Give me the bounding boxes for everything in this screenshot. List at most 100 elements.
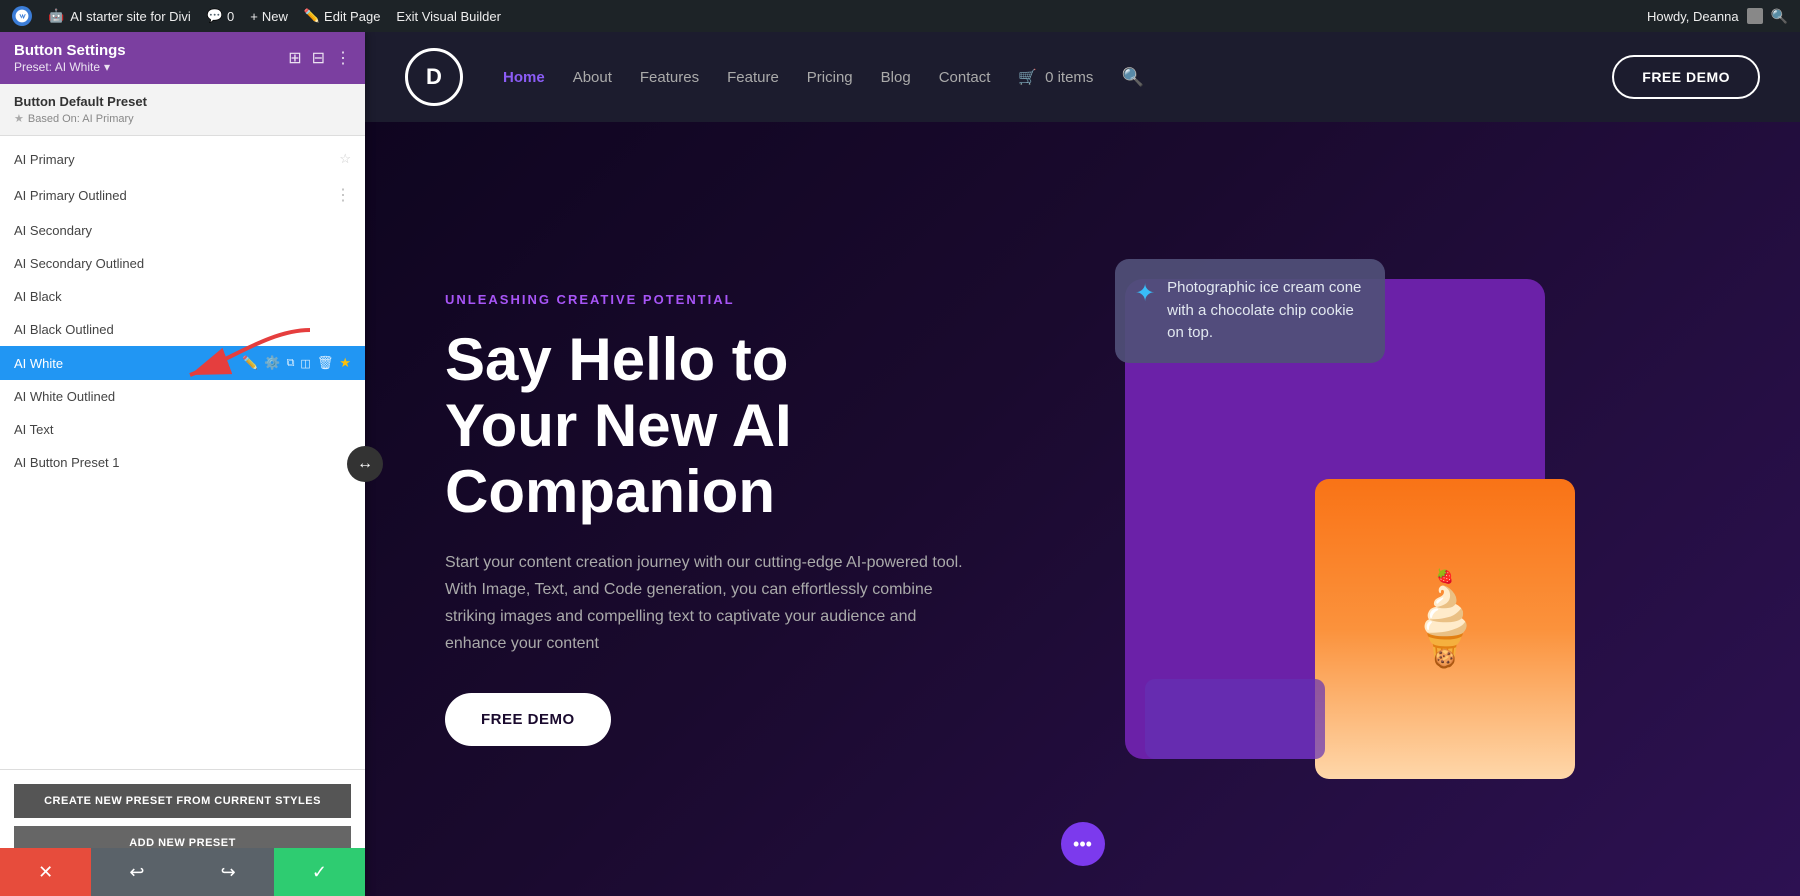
nav-link-contact[interactable]: Contact [939, 69, 991, 86]
preset-name: AI Secondary Outlined [14, 256, 351, 271]
panel-responsive-icon[interactable]: ⊞ [288, 48, 301, 68]
hero-content-left: UNLEASHING CREATIVE POTENTIAL Say Hello … [445, 182, 1045, 856]
preset-item-ai-secondary-outlined[interactable]: AI Secondary Outlined [0, 247, 365, 280]
nav-cart[interactable]: 🛒 0 items [1018, 68, 1093, 86]
panel-header: Button Settings Preset: AI White ▾ ⊞ ⊟ ⋮ [0, 32, 365, 84]
preset-name: AI Black [14, 289, 351, 304]
exit-builder-button[interactable]: Exit Visual Builder [396, 9, 501, 24]
copy-preset-icon[interactable]: ◫ [300, 357, 310, 370]
hero-eyebrow: UNLEASHING CREATIVE POTENTIAL [445, 292, 1045, 307]
hero-cta-button[interactable]: FREE DEMO [445, 693, 611, 746]
chat-bubble-text: Photographic ice cream cone with a choco… [1167, 277, 1365, 345]
preset-name: AI Black Outlined [14, 322, 351, 337]
site-logo[interactable]: D [405, 48, 463, 106]
preset-item-ai-primary[interactable]: AI Primary ☆ [0, 142, 365, 176]
new-content-button[interactable]: + New [250, 9, 288, 24]
preset-name: AI Primary Outlined [14, 188, 335, 203]
preset-item-ai-primary-outlined[interactable]: AI Primary Outlined ⋮ [0, 176, 365, 214]
website-preview: D Home About Features Feature Pricing Bl… [365, 32, 1800, 896]
nav-link-feature[interactable]: Feature [727, 69, 779, 86]
default-preset-section: Button Default Preset ★ Based On: AI Pri… [0, 84, 365, 136]
preset-item-ai-black[interactable]: AI Black [0, 280, 365, 313]
floating-menu-button[interactable]: ••• [1061, 822, 1105, 866]
ice-cream-card: 🍓 🍦 🍪 [1315, 479, 1575, 779]
cart-icon: 🛒 [1018, 68, 1037, 86]
cancel-button[interactable]: ✕ [0, 848, 91, 896]
more-options-icon[interactable]: ⋮ [335, 185, 351, 205]
panel-layout-icon[interactable]: ⊟ [312, 48, 325, 68]
preset-name: AI Button Preset 1 [14, 455, 351, 470]
preset-item-ai-black-outlined[interactable]: AI Black Outlined [0, 313, 365, 346]
star-icon[interactable]: ☆ [339, 151, 351, 167]
preset-name: AI Primary [14, 152, 339, 167]
preset-name: AI Secondary [14, 223, 351, 238]
nav-link-features[interactable]: Features [640, 69, 699, 86]
preset-name: AI White [14, 356, 242, 371]
panel-preset-subtitle: Preset: AI White ▾ [14, 60, 126, 74]
hero-card-purple: ✦ Photographic ice cream cone with a cho… [1125, 279, 1545, 759]
chevron-down-icon[interactable]: ▾ [104, 60, 110, 74]
preset-item-right: ⋮ [335, 185, 351, 205]
delete-preset-icon[interactable]: 🗑 [317, 355, 334, 371]
hero-section: UNLEASHING CREATIVE POTENTIAL Say Hello … [365, 122, 1800, 896]
panel-title: Button Settings [14, 42, 126, 59]
nav-link-about[interactable]: About [573, 69, 612, 86]
hero-subtitle: Start your content creation journey with… [445, 549, 965, 658]
based-on-label: ★ Based On: AI Primary [14, 112, 351, 125]
admin-bar-actions: + New ✏️ Edit Page Exit Visual Builder [250, 8, 501, 24]
nav-link-blog[interactable]: Blog [881, 69, 911, 86]
preset-list: AI Primary ☆ AI Primary Outlined ⋮ AI Se… [0, 136, 365, 769]
star-active-icon[interactable]: ★ [339, 355, 351, 371]
confirm-button[interactable]: ✓ [274, 848, 365, 896]
nav-cta-button[interactable]: FREE DEMO [1612, 55, 1760, 99]
nav-links: Home About Features Feature Pricing Blog… [503, 67, 1572, 88]
wp-admin-bar: 🤖 AI starter site for Divi 💬 0 + New ✏️ … [0, 0, 1800, 32]
preset-item-ai-button-preset-1[interactable]: AI Button Preset 1 [0, 446, 365, 479]
preset-item-right: ☆ [339, 151, 351, 167]
preset-item-ai-text[interactable]: AI Text [0, 413, 365, 446]
create-preset-button[interactable]: CREATE NEW PRESET FROM CURRENT STYLES [14, 784, 351, 818]
redo-button[interactable]: ↪ [183, 848, 274, 896]
sparkle-icon: ✦ [1135, 279, 1155, 308]
panel-header-icons: ⊞ ⊟ ⋮ [288, 48, 351, 68]
preset-item-ai-secondary[interactable]: AI Secondary [0, 214, 365, 247]
star-icon-default: ★ [14, 112, 24, 125]
undo-icon: ↩ [129, 862, 144, 883]
settings-preset-icon[interactable]: ⚙️ [264, 355, 280, 371]
button-settings-panel: Button Settings Preset: AI White ▾ ⊞ ⊟ ⋮… [0, 32, 365, 896]
resize-arrows-icon: ↔ [357, 455, 373, 473]
purple-overlay-card [1145, 679, 1325, 759]
admin-search-icon[interactable]: 🔍 [1771, 8, 1788, 25]
nav-link-pricing[interactable]: Pricing [807, 69, 853, 86]
panel-more-icon[interactable]: ⋮ [335, 48, 351, 68]
panel-resize-handle[interactable]: ↔ [347, 446, 383, 482]
cancel-icon: ✕ [38, 862, 53, 883]
nav-search-icon[interactable]: 🔍 [1121, 67, 1143, 88]
edit-page-button[interactable]: ✏️ Edit Page [304, 8, 381, 24]
confirm-icon: ✓ [312, 862, 327, 883]
preset-item-ai-white[interactable]: AI White ✏️ ⚙️ ⧉ ◫ 🗑 ★ [0, 346, 365, 380]
site-name[interactable]: 🤖 AI starter site for Divi [48, 8, 191, 24]
preset-name: AI White Outlined [14, 389, 351, 404]
preset-name: AI Text [14, 422, 351, 437]
user-menu[interactable]: Howdy, Deanna 🔍 [1647, 8, 1788, 25]
preset-active-actions: ✏️ ⚙️ ⧉ ◫ 🗑 ★ [242, 355, 351, 371]
hero-title: Say Hello to Your New AI Companion [445, 327, 1045, 525]
default-preset-title: Button Default Preset [14, 94, 351, 109]
dots-icon: ••• [1073, 834, 1092, 855]
undo-button[interactable]: ↩ [91, 848, 182, 896]
bottom-toolbar: ✕ ↩ ↪ ✓ [0, 848, 365, 896]
hero-content-right: ✦ Photographic ice cream cone with a cho… [1105, 182, 1565, 856]
site-navigation: D Home About Features Feature Pricing Bl… [365, 32, 1800, 122]
comment-icon[interactable]: 💬 0 [207, 8, 234, 24]
user-avatar [1747, 8, 1763, 24]
preset-item-ai-white-outlined[interactable]: AI White Outlined [0, 380, 365, 413]
wordpress-logo[interactable] [12, 6, 32, 26]
edit-preset-icon[interactable]: ✏️ [242, 355, 258, 371]
nav-link-home[interactable]: Home [503, 69, 545, 86]
duplicate-preset-icon[interactable]: ⧉ [287, 357, 295, 370]
hero-chat-bubble: ✦ Photographic ice cream cone with a cho… [1115, 259, 1385, 363]
main-layout: Button Settings Preset: AI White ▾ ⊞ ⊟ ⋮… [0, 32, 1800, 896]
ice-cream-image: 🍓 🍦 🍪 [1315, 479, 1575, 779]
redo-icon: ↪ [221, 862, 236, 883]
